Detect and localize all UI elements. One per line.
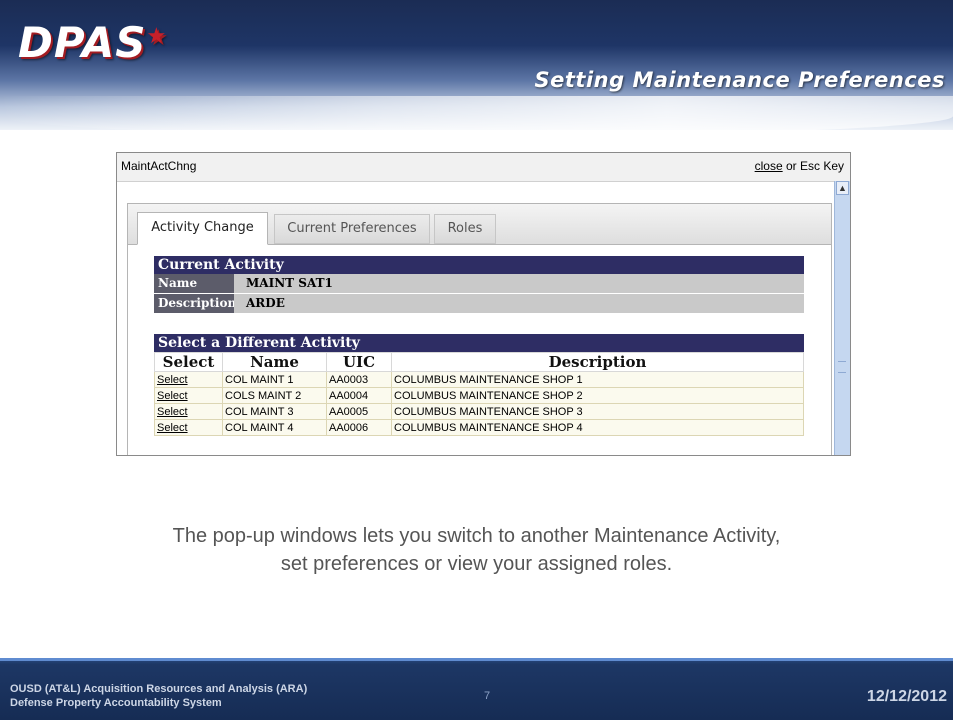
star-icon: ★ bbox=[146, 24, 168, 49]
close-hint: or Esc Key bbox=[782, 159, 844, 173]
footer-date: 12/12/2012 bbox=[866, 688, 947, 705]
column-header-description: Description bbox=[391, 352, 804, 372]
tab-panel: Activity Change Current Preferences Role… bbox=[127, 203, 832, 455]
table-row: Select COL MAINT 1 AA0003 COLUMBUS MAINT… bbox=[154, 371, 804, 388]
tab-strip: Activity Change Current Preferences Role… bbox=[128, 204, 831, 245]
current-description-row: Description ARDE bbox=[154, 294, 804, 314]
activity-description: COLUMBUS MAINTENANCE SHOP 2 bbox=[391, 387, 804, 404]
table-row: Select COLS MAINT 2 AA0004 COLUMBUS MAIN… bbox=[154, 387, 804, 404]
column-header-select: Select bbox=[154, 352, 223, 372]
popup-scrollbar[interactable]: ▲ bbox=[834, 181, 850, 455]
footer-line-1: OUSD (AT&L) Acquisition Resources and An… bbox=[10, 683, 308, 695]
select-cell: Select bbox=[154, 403, 223, 420]
activity-uic: AA0004 bbox=[326, 387, 392, 404]
activity-description: COLUMBUS MAINTENANCE SHOP 4 bbox=[391, 419, 804, 436]
table-row: Select COL MAINT 3 AA0005 COLUMBUS MAINT… bbox=[154, 403, 804, 420]
activity-description: COLUMBUS MAINTENANCE SHOP 1 bbox=[391, 371, 804, 388]
caption-line-1: The pop-up windows lets you switch to an… bbox=[172, 525, 781, 547]
activity-table: Select Name UIC Description Select COL M… bbox=[154, 352, 804, 436]
select-activity-heading: Select a Different Activity bbox=[154, 334, 804, 352]
logo-text: DPAS bbox=[18, 18, 147, 67]
activity-uic: AA0006 bbox=[326, 419, 392, 436]
popup-title-bar: MaintActChng close or Esc Key bbox=[117, 153, 850, 182]
header-swoosh bbox=[0, 96, 953, 136]
caption-line-2: set preferences or view your assigned ro… bbox=[280, 553, 673, 575]
current-activity-heading: Current Activity bbox=[154, 256, 804, 274]
activity-name: COLS MAINT 2 bbox=[222, 387, 327, 404]
dpas-logo: DPAS★ bbox=[18, 18, 167, 67]
activity-uic: AA0003 bbox=[326, 371, 392, 388]
select-cell: Select bbox=[154, 419, 223, 436]
activity-name: COL MAINT 1 bbox=[222, 371, 327, 388]
footer-organization: OUSD (AT&L) Acquisition Resources and An… bbox=[10, 682, 307, 710]
tab-roles[interactable]: Roles bbox=[434, 214, 496, 244]
page-number: 7 bbox=[484, 690, 491, 702]
activity-name: COL MAINT 3 bbox=[222, 403, 327, 420]
activity-change-content: Current Activity Name MAINT SAT1 Descrip… bbox=[154, 256, 804, 436]
select-cell: Select bbox=[154, 371, 223, 388]
select-link[interactable]: Select bbox=[157, 390, 188, 402]
activity-name: COL MAINT 4 bbox=[222, 419, 327, 436]
activity-uic: AA0005 bbox=[326, 403, 392, 420]
column-header-name: Name bbox=[222, 352, 327, 372]
footer-line-2: Defense Property Accountability System bbox=[10, 697, 222, 709]
current-name-row: Name MAINT SAT1 bbox=[154, 274, 804, 294]
scroll-grip-icon[interactable] bbox=[838, 361, 846, 373]
scroll-up-arrow-icon[interactable]: ▲ bbox=[836, 181, 849, 195]
name-value: MAINT SAT1 bbox=[234, 274, 804, 293]
slide-footer: OUSD (AT&L) Acquisition Resources and An… bbox=[0, 658, 953, 720]
activity-description: COLUMBUS MAINTENANCE SHOP 3 bbox=[391, 403, 804, 420]
column-header-uic: UIC bbox=[326, 352, 392, 372]
name-label: Name bbox=[154, 274, 234, 293]
slide-caption: The pop-up windows lets you switch to an… bbox=[0, 522, 953, 578]
tab-current-preferences[interactable]: Current Preferences bbox=[274, 214, 430, 244]
description-value: ARDE bbox=[234, 294, 804, 313]
select-link[interactable]: Select bbox=[157, 422, 188, 434]
table-row: Select COL MAINT 4 AA0006 COLUMBUS MAINT… bbox=[154, 419, 804, 436]
description-label: Description bbox=[154, 294, 236, 313]
select-cell: Select bbox=[154, 387, 223, 404]
popup-close-area: close or Esc Key bbox=[755, 159, 844, 173]
footer-divider bbox=[0, 658, 953, 661]
tab-activity-change[interactable]: Activity Change bbox=[137, 212, 268, 245]
popup-title: MaintActChng bbox=[121, 159, 197, 173]
slide-title: Setting Maintenance Preferences bbox=[534, 68, 945, 92]
select-link[interactable]: Select bbox=[157, 374, 188, 386]
maint-activity-popup: MaintActChng close or Esc Key Activity C… bbox=[116, 152, 851, 456]
select-link[interactable]: Select bbox=[157, 406, 188, 418]
table-header-row: Select Name UIC Description bbox=[154, 352, 804, 372]
slide-header: DPAS★ Setting Maintenance Preferences bbox=[0, 0, 953, 136]
close-link[interactable]: close bbox=[755, 159, 783, 173]
